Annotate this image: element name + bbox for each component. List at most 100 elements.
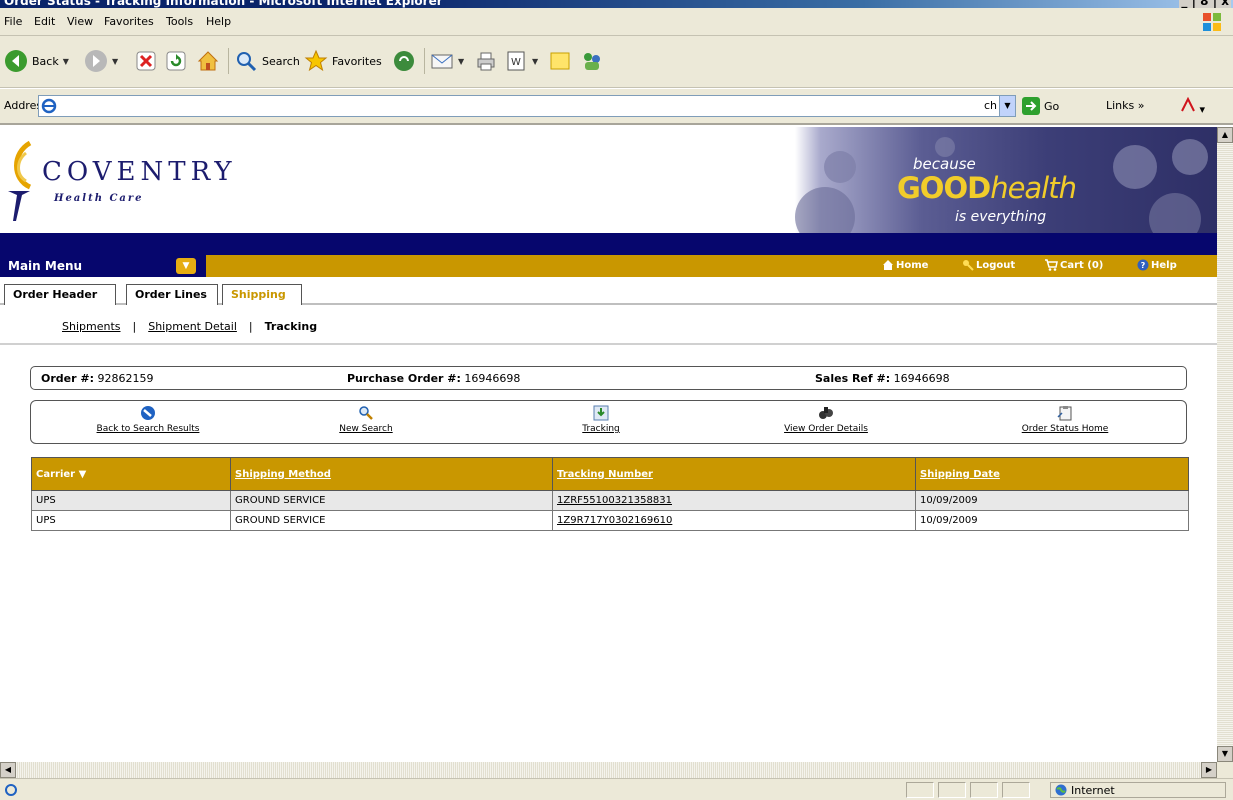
stop-button[interactable] <box>134 48 158 74</box>
star-icon <box>304 49 328 72</box>
back-label: Back <box>32 54 59 68</box>
search-button[interactable]: Search <box>234 48 300 74</box>
tracking-button[interactable]: Tracking <box>571 405 631 434</box>
tab-order-lines[interactable]: Order Lines <box>126 284 218 305</box>
media-button[interactable] <box>392 48 416 74</box>
cart-icon <box>1045 259 1058 271</box>
tracking-number-link[interactable]: 1Z9R717Y0302169610 <box>557 515 672 526</box>
menu-favorites[interactable]: Favorites <box>104 15 154 28</box>
tab-bar: Order Header Order Lines Shipping <box>0 278 1217 305</box>
toolbar: Back ▼ ▼ Search Favorites ▼ W ▼ <box>0 36 1233 88</box>
main-menu-bar: Main Menu ▼ Home Logout Cart (0) ? Help <box>0 255 1217 277</box>
tab-shipping[interactable]: Shipping <box>222 284 302 305</box>
sales-ref-value: 16946698 <box>893 372 950 385</box>
menu-tools[interactable]: Tools <box>166 15 193 28</box>
home-link[interactable]: Home <box>882 259 928 271</box>
subnav-shipment-detail[interactable]: Shipment Detail <box>148 320 237 333</box>
cart-link-label: Cart (0) <box>1060 259 1104 271</box>
view-order-details-button[interactable]: View Order Details <box>771 405 881 434</box>
shipping-subnav: Shipments | Shipment Detail | Tracking <box>62 320 317 333</box>
vertical-scrollbar[interactable]: ▲ ▼ <box>1217 127 1233 762</box>
scroll-down-button[interactable]: ▼ <box>1217 746 1233 762</box>
tracking-number-cell: 1Z9R717Y0302169610 <box>552 510 916 531</box>
shipping-date-header-label: Shipping Date <box>920 468 1000 480</box>
horizontal-scrollbar[interactable]: ◀ ▶ <box>0 762 1217 778</box>
back-button[interactable]: Back ▼ <box>4 48 69 74</box>
help-link[interactable]: ? Help <box>1137 259 1177 271</box>
chevron-down-icon[interactable]: ▼ <box>999 96 1015 116</box>
links-button[interactable]: Links » <box>1106 99 1145 112</box>
page-status-icon <box>5 784 17 796</box>
menu-view[interactable]: View <box>67 15 93 28</box>
address-url-tail: ch <box>983 99 997 112</box>
chevron-down-icon[interactable]: ▼ <box>63 57 69 66</box>
subnav-tracking: Tracking <box>264 320 318 333</box>
carrier-cell: UPS <box>31 510 231 531</box>
forward-button[interactable]: ▼ <box>84 48 118 74</box>
status-bar: Internet <box>0 778 1233 800</box>
menu-file[interactable]: File <box>4 15 22 28</box>
tracking-number-link[interactable]: 1ZRF55100321358831 <box>557 495 672 506</box>
subnav-shipments[interactable]: Shipments <box>62 320 121 333</box>
home-button[interactable] <box>196 48 220 74</box>
back-to-search-results-button[interactable]: Back to Search Results <box>83 405 213 434</box>
refresh-button[interactable] <box>164 48 188 74</box>
mail-button[interactable]: ▼ <box>430 48 464 74</box>
favorites-button[interactable]: Favorites <box>304 48 382 74</box>
column-header-shipping-date[interactable]: Shipping Date <box>915 457 1189 491</box>
column-header-shipping-method[interactable]: Shipping Method <box>230 457 553 491</box>
acrobat-icon <box>1181 96 1195 112</box>
status-segment <box>938 782 966 798</box>
chevron-down-icon[interactable]: ▼ <box>176 258 196 274</box>
messenger-button[interactable] <box>580 48 604 74</box>
new-search-label: New Search <box>339 424 393 434</box>
stop-icon <box>136 51 156 71</box>
new-search-button[interactable]: New Search <box>326 405 406 434</box>
coventry-logo[interactable]: COVENTRY Health Care <box>4 139 244 229</box>
scroll-left-button[interactable]: ◀ <box>0 762 16 778</box>
scroll-right-button[interactable]: ▶ <box>1201 762 1217 778</box>
logout-link[interactable]: Logout <box>962 259 1015 271</box>
go-button[interactable]: Go <box>1022 97 1059 115</box>
order-number-value: 92862159 <box>97 372 154 385</box>
main-menu-button[interactable]: Main Menu ▼ <box>0 255 206 277</box>
globe-icon <box>1055 784 1067 796</box>
column-header-carrier[interactable]: Carrier ▼ <box>31 457 231 491</box>
tracking-number-header-label: Tracking Number <box>557 468 653 480</box>
cart-link[interactable]: Cart (0) <box>1044 259 1103 271</box>
home-link-label: Home <box>896 259 929 271</box>
subnav-separator: | <box>248 320 253 333</box>
torch-logo-icon <box>8 140 32 221</box>
pdf-extension-icon[interactable]: ▾ <box>1180 96 1205 116</box>
status-segment <box>906 782 934 798</box>
discuss-button[interactable] <box>548 48 572 74</box>
scroll-up-button[interactable]: ▲ <box>1217 127 1233 143</box>
svg-text:?: ? <box>1141 261 1146 270</box>
tab-order-header[interactable]: Order Header <box>4 284 116 305</box>
chevron-down-icon[interactable]: ▼ <box>458 57 464 66</box>
window-controls[interactable]: _ | 8 | x <box>1179 0 1231 8</box>
chevron-down-icon[interactable]: ▼ <box>532 57 538 66</box>
home-icon <box>883 260 893 270</box>
print-button[interactable] <box>474 48 498 74</box>
menu-edit[interactable]: Edit <box>34 15 55 28</box>
search-label: Search <box>262 54 300 68</box>
menu-help[interactable]: Help <box>206 15 231 28</box>
slogan-health: health <box>990 171 1077 205</box>
action-toolbar: Back to Search Results New Search Tracki… <box>30 400 1187 444</box>
order-status-home-button[interactable]: Order Status Home <box>1005 405 1125 434</box>
column-header-tracking-number[interactable]: Tracking Number <box>552 457 916 491</box>
status-segment <box>970 782 998 798</box>
refresh-icon <box>166 51 186 71</box>
chevron-down-icon[interactable]: ▼ <box>112 57 118 66</box>
address-input[interactable]: ch ▼ <box>38 95 1016 117</box>
carrier-cell: UPS <box>31 490 231 511</box>
sales-ref-label: Sales Ref #: <box>815 372 891 385</box>
slogan-is-everything: is everything <box>955 209 1047 225</box>
magnifier-icon <box>359 406 373 420</box>
shipping-method-cell: GROUND SERVICE <box>230 510 553 531</box>
messenger-icon <box>584 53 600 70</box>
edit-button[interactable]: W ▼ <box>504 48 538 74</box>
forward-arrow-icon <box>85 50 107 72</box>
divider <box>0 343 1217 345</box>
